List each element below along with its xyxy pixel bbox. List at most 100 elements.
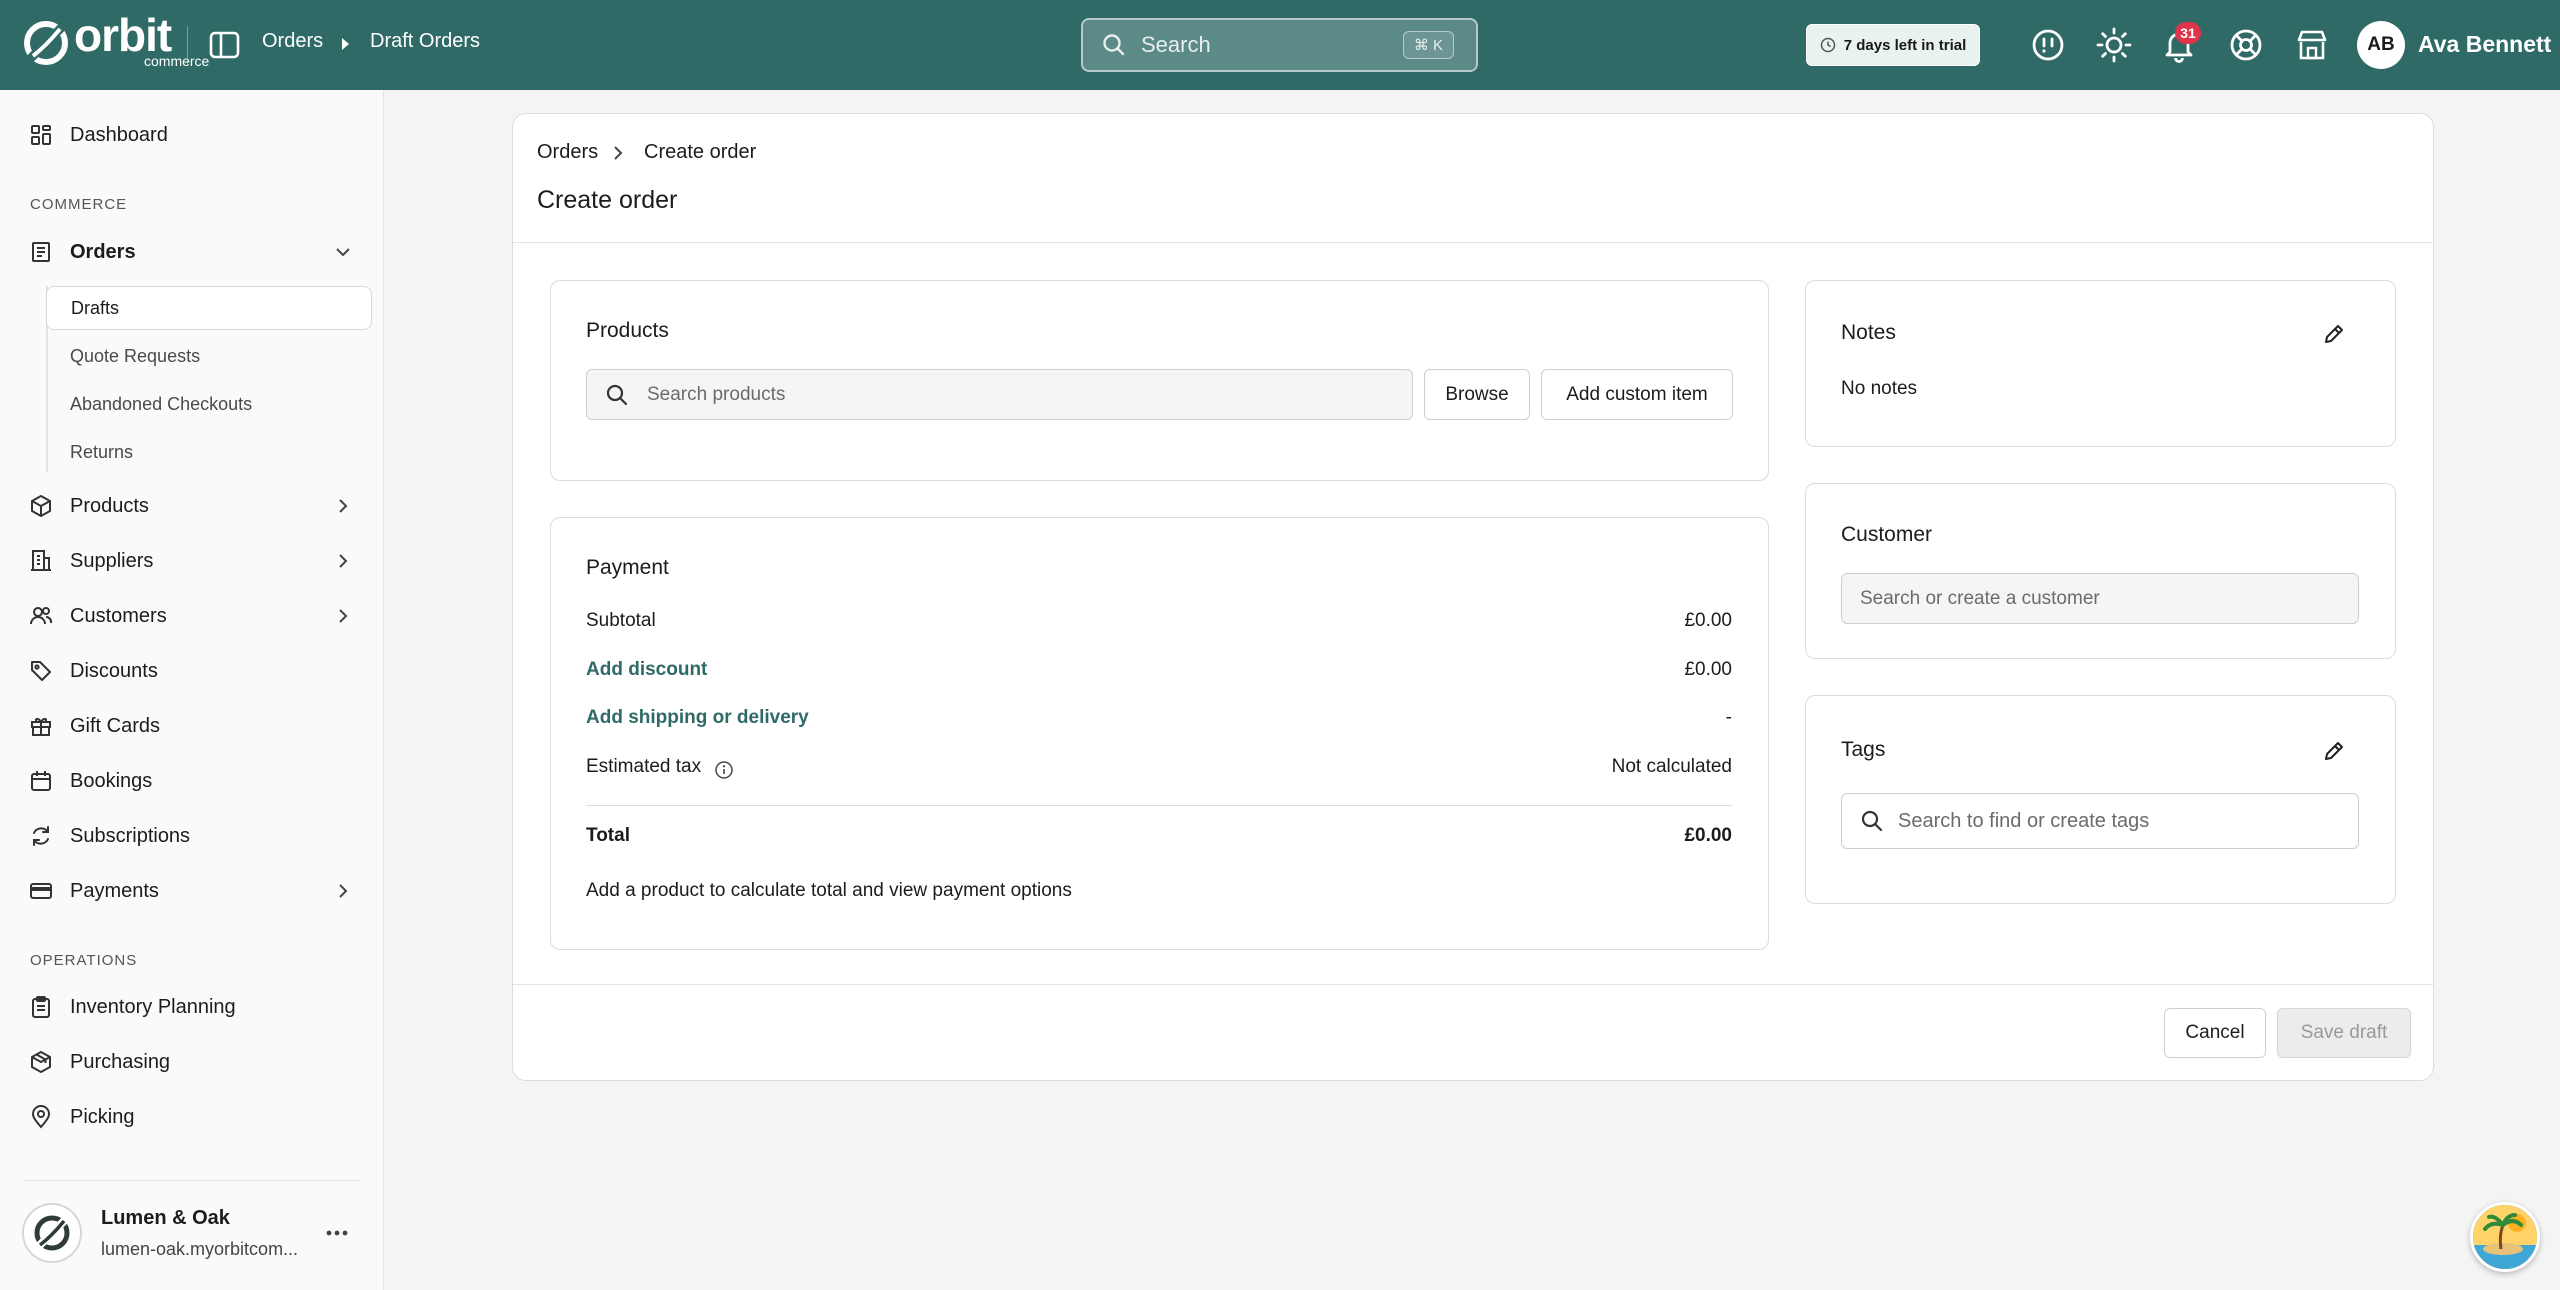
- users-icon: [30, 607, 53, 625]
- add-custom-item-button[interactable]: Add custom item: [1541, 369, 1733, 420]
- refresh-icon: [33, 826, 49, 846]
- help-icon[interactable]: [2227, 26, 2265, 64]
- sidebar-item-gift-cards[interactable]: Gift Cards: [0, 704, 384, 748]
- logo-subtitle: commerce: [144, 53, 210, 69]
- sidebar-item-label: Payments: [70, 879, 159, 902]
- topbar-breadcrumb-orders[interactable]: Orders: [262, 30, 323, 53]
- calendar-icon: [31, 771, 51, 791]
- sidebar-item-label: Gift Cards: [70, 714, 161, 737]
- info-icon[interactable]: [2029, 26, 2067, 64]
- topbar-breadcrumb-draft-orders[interactable]: Draft Orders: [370, 30, 480, 53]
- search-icon: [1103, 34, 1125, 56]
- footer-divider: [513, 984, 2433, 985]
- chevron-right-icon[interactable]: [332, 605, 354, 627]
- estimated-tax-label: Estimated tax: [586, 756, 702, 777]
- section-heading-commerce: COMMERCE: [30, 196, 128, 213]
- sidebar-item-purchasing[interactable]: Purchasing: [0, 1040, 384, 1084]
- sidebar-item-products[interactable]: Products: [0, 484, 384, 528]
- sidebar-subitem-drafts[interactable]: Drafts: [46, 286, 372, 330]
- breadcrumb-orders[interactable]: Orders: [537, 141, 598, 164]
- chevron-right-icon[interactable]: [332, 495, 354, 517]
- sidebar-item-inventory-planning[interactable]: Inventory Planning: [0, 985, 384, 1029]
- add-shipping-link[interactable]: Add shipping or delivery: [586, 707, 809, 729]
- add-discount-link[interactable]: Add discount: [586, 659, 707, 681]
- breadcrumb-create-order: Create order: [644, 141, 757, 163]
- save-draft-button[interactable]: Save draft: [2277, 1008, 2411, 1058]
- sidebar-item-subscriptions[interactable]: Subscriptions: [0, 814, 384, 858]
- customer-card: Customer Search or create a customer: [1805, 483, 2396, 659]
- browse-button[interactable]: Browse: [1424, 369, 1530, 420]
- chevron-right-icon: [614, 146, 623, 160]
- sidebar-item-label: Inventory Planning: [70, 995, 236, 1018]
- sidebar-item-label: Discounts: [70, 659, 158, 682]
- sidebar-item-payments[interactable]: Payments: [0, 869, 384, 913]
- sidebar-item-dashboard[interactable]: Dashboard: [0, 113, 384, 157]
- product-search-input[interactable]: Search products: [586, 369, 1413, 420]
- info-circle-icon[interactable]: [714, 760, 734, 780]
- sidebar-subitem-abandoned-checkouts[interactable]: Abandoned Checkouts: [46, 382, 372, 426]
- store-icon[interactable]: [2293, 26, 2331, 64]
- sidebar-item-customers[interactable]: Customers: [0, 594, 384, 638]
- products-card: Products Search products Browse Add cust…: [550, 280, 1769, 481]
- payment-title: Payment: [586, 556, 669, 579]
- customer-title: Customer: [1841, 523, 1933, 546]
- chevron-right-icon[interactable]: [332, 880, 354, 902]
- sidebar-item-bookings[interactable]: Bookings: [0, 759, 384, 803]
- orbit-logo-icon: [24, 21, 68, 65]
- sidebar-item-suppliers[interactable]: Suppliers: [0, 539, 384, 583]
- sidebar-item-label: Bookings: [70, 769, 153, 792]
- search-shortcut: ⌘ K: [1402, 31, 1454, 59]
- payment-divider: [586, 805, 1732, 806]
- sidebar-item-picking[interactable]: Picking: [0, 1095, 384, 1139]
- store-logo-icon: [34, 1215, 70, 1251]
- page-title: Create order: [537, 186, 678, 214]
- breadcrumb-arrow-icon: [342, 38, 349, 50]
- gift-icon: [31, 718, 51, 736]
- tags-search-placeholder: Search to find or create tags: [1898, 809, 2150, 832]
- sun-icon[interactable]: [2095, 26, 2133, 64]
- sidebar-item-label: Dashboard: [70, 123, 168, 146]
- sidebar-item-label: Suppliers: [70, 549, 154, 572]
- sidebar-item-orders[interactable]: Orders: [0, 230, 384, 274]
- search-icon: [606, 384, 628, 405]
- cancel-button[interactable]: Cancel: [2164, 1008, 2266, 1058]
- section-heading-operations: OPERATIONS: [30, 952, 138, 969]
- sidebar-item-label: Orders: [70, 240, 136, 263]
- sidebar-item-discounts[interactable]: Discounts: [0, 649, 384, 693]
- store-url: lumen-oak.myorbitcom...: [101, 1239, 299, 1259]
- notes-title: Notes: [1841, 321, 1896, 344]
- chevron-down-icon[interactable]: [332, 241, 354, 263]
- assistant-avatar-button[interactable]: [2470, 1202, 2540, 1272]
- subtotal-label: Subtotal: [586, 610, 656, 631]
- map-pin-icon: [31, 1105, 51, 1129]
- sidebar-toggle-icon[interactable]: [208, 28, 242, 62]
- tags-title: Tags: [1841, 738, 1886, 761]
- total-value: £0.00: [1684, 825, 1732, 846]
- sidebar-subitem-returns[interactable]: Returns: [46, 430, 372, 474]
- pencil-icon[interactable]: [2321, 321, 2347, 347]
- product-search-placeholder: Search products: [647, 383, 786, 405]
- discount-value: £0.00: [1684, 659, 1732, 680]
- sidebar-subitem-quote-requests[interactable]: Quote Requests: [46, 334, 372, 378]
- global-search[interactable]: Search ⌘ K: [1081, 18, 1478, 72]
- sidebar: Dashboard COMMERCE Orders Drafts Quote R…: [0, 90, 384, 1290]
- sidebar-divider: [24, 1180, 360, 1181]
- subtotal-value: £0.00: [1684, 610, 1732, 631]
- trial-badge[interactable]: 7 days left in trial: [1806, 24, 1980, 66]
- total-label: Total: [586, 825, 630, 846]
- orbit-logo[interactable]: orbit commerce: [22, 12, 210, 69]
- notes-empty-text: No notes: [1841, 378, 1918, 399]
- clipboard-icon: [32, 996, 50, 1018]
- pencil-icon[interactable]: [2321, 738, 2347, 764]
- more-horizontal-icon[interactable]: [324, 1224, 350, 1242]
- payment-card: Payment Subtotal £0.00 Add discount £0.0…: [550, 517, 1769, 950]
- chevron-right-icon[interactable]: [332, 550, 354, 572]
- store-avatar[interactable]: [22, 1203, 82, 1263]
- user-name[interactable]: Ava Bennett: [2418, 31, 2551, 58]
- user-avatar[interactable]: AB: [2357, 21, 2405, 69]
- customer-search-input[interactable]: Search or create a customer: [1841, 573, 2359, 624]
- create-order-panel: Orders Create order Create order Product…: [512, 113, 2434, 1081]
- tags-search-input[interactable]: Search to find or create tags: [1841, 793, 2359, 849]
- top-bar: orbit commerce Orders Draft Orders Searc…: [0, 0, 2560, 90]
- payment-hint: Add a product to calculate total and vie…: [586, 880, 1072, 901]
